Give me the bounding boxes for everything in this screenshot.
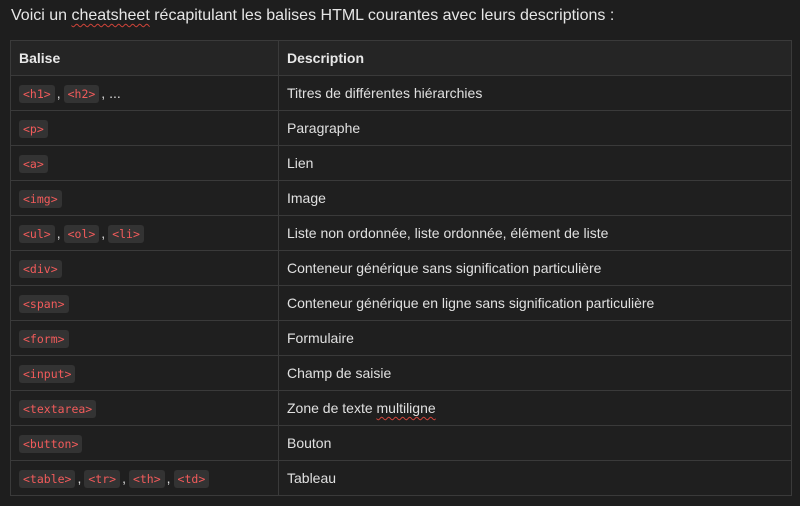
tag-code: <div> <box>19 260 62 278</box>
tag-code: <p> <box>19 120 48 138</box>
misspelled-word: multiligne <box>376 400 436 416</box>
tag-code: <form> <box>19 330 69 348</box>
cell-description: Conteneur générique sans signification p… <box>278 250 792 286</box>
tag-code: <tr> <box>84 470 121 488</box>
cell-description: Conteneur générique en ligne sans signif… <box>278 285 792 321</box>
tag-code: <textarea> <box>19 400 97 418</box>
table-row: <div> Conteneur générique sans significat… <box>10 250 792 286</box>
tag-code: <input> <box>19 365 76 383</box>
tag-code: <h2> <box>63 85 100 103</box>
tag-code: <a> <box>19 155 48 173</box>
table-body: <h1>, <h2>, ... Titres de différentes hiér… <box>10 75 792 496</box>
table-row: <ul>, <ol>, <li> Liste non ordonnée, liste … <box>10 215 792 251</box>
table-row: <p> Paragraphe <box>10 110 792 146</box>
tag-code: <li> <box>108 225 144 243</box>
tag-code: <td> <box>173 470 210 488</box>
tag-separator: , <box>56 85 61 101</box>
intro-text: Voici un cheatsheet récapitulant les bal… <box>11 5 614 27</box>
cell-description: Titres de différentes hiérarchies <box>278 75 792 111</box>
cell-balise: <table>, <tr>, <th>, <td> <box>10 460 279 496</box>
cell-description: Bouton <box>278 425 792 461</box>
cell-balise: <p> <box>10 110 279 146</box>
tag-suffix: , ... <box>101 85 121 101</box>
table-row: <a> Lien <box>10 145 792 181</box>
tag-separator: , <box>166 470 171 486</box>
cell-description: Champ de saisie <box>278 355 792 391</box>
table-row: <button> Bouton <box>10 425 792 461</box>
table-row: <textarea> Zone de texte multiligne <box>10 390 792 426</box>
cell-description: Liste non ordonnée, liste ordonnée, élém… <box>278 215 792 251</box>
cell-balise: <input> <box>10 355 279 391</box>
tag-code: <button> <box>19 435 83 453</box>
header-balise: Balise <box>10 40 279 76</box>
cell-balise: <button> <box>10 425 279 461</box>
cell-balise: <form> <box>10 320 279 356</box>
cell-balise: <a> <box>10 145 279 181</box>
intro-after: récapitulant les balises HTML courantes … <box>149 7 615 24</box>
cell-description: Lien <box>278 145 792 181</box>
tag-code: <table> <box>19 470 76 488</box>
cell-balise: <textarea> <box>10 390 279 426</box>
table-row: <form> Formulaire <box>10 320 792 356</box>
tag-separator: , <box>101 225 106 241</box>
cell-balise: <ul>, <ol>, <li> <box>10 215 279 251</box>
cell-description: Image <box>278 180 792 216</box>
header-description: Description <box>278 40 792 76</box>
tag-code: <span> <box>19 295 69 313</box>
tag-code: <ol> <box>63 225 100 243</box>
table-row: <table>, <tr>, <th>, <td> Tableau <box>10 460 792 496</box>
cell-description: Formulaire <box>278 320 792 356</box>
tag-code: <img> <box>19 190 62 208</box>
cell-balise: <img> <box>10 180 279 216</box>
table-row: <img> Image <box>10 180 792 216</box>
cell-description: Tableau <box>278 460 792 496</box>
tag-code: <th> <box>128 470 165 488</box>
tag-separator: , <box>56 225 61 241</box>
tag-separator: , <box>77 470 82 486</box>
cell-balise: <h1>, <h2>, ... <box>10 75 279 111</box>
table-header-row: Balise Description <box>10 40 792 76</box>
intro-before: Voici un <box>11 7 72 24</box>
intro-misspelled-word: cheatsheet <box>71 7 150 24</box>
cell-balise: <div> <box>10 250 279 286</box>
cell-description: Zone de texte multiligne <box>278 390 792 426</box>
table-row: <input> Champ de saisie <box>10 355 792 391</box>
tag-code: <ul> <box>19 225 55 243</box>
tag-code: <h1> <box>19 85 55 103</box>
tag-separator: , <box>122 470 126 486</box>
cell-balise: <span> <box>10 285 279 321</box>
table-row: <span> Conteneur générique en ligne sans … <box>10 285 792 321</box>
cell-description: Paragraphe <box>278 110 792 146</box>
table-row: <h1>, <h2>, ... Titres de différentes hiér… <box>10 75 792 111</box>
html-tags-table: Balise Description <h1>, <h2>, ... Titres … <box>10 40 792 496</box>
